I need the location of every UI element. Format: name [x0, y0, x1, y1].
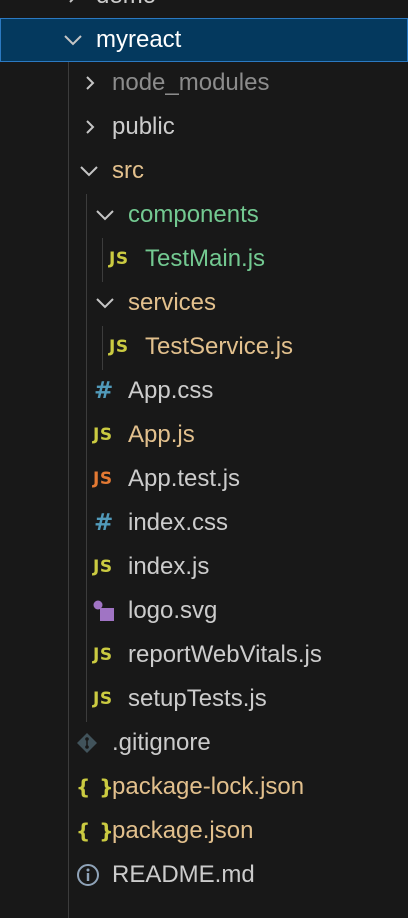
- tree-item-app-test-js[interactable]: JS App.test.js: [0, 457, 408, 501]
- file-explorer: demo myreact node_modules public src com…: [0, 0, 408, 918]
- info-file-icon: [76, 853, 100, 897]
- svg-file-icon: [92, 589, 116, 633]
- js-file-icon: JS: [93, 689, 113, 709]
- tree-item-label: TestMain.js: [145, 245, 266, 272]
- tree-item-logo-svg[interactable]: logo.svg: [0, 589, 408, 633]
- tree-item-app-css[interactable]: # App.css: [0, 369, 408, 413]
- tree-item-services[interactable]: services: [0, 281, 408, 325]
- tree-item-package-lock-json[interactable]: { } package-lock.json: [0, 765, 408, 809]
- chevron-right-icon: [79, 61, 101, 105]
- tree-item-index-css[interactable]: # index.css: [0, 501, 408, 545]
- tree-item-myreact[interactable]: myreact: [0, 18, 408, 62]
- tree-item-public[interactable]: public: [0, 105, 408, 149]
- tree-item-label: public: [112, 113, 175, 140]
- tree-item-index-js[interactable]: JS index.js: [0, 545, 408, 589]
- tree-item-node-modules[interactable]: node_modules: [0, 61, 408, 105]
- tree-item-label: src: [112, 157, 144, 184]
- tree-item-label: App.css: [128, 377, 214, 404]
- tree-item-label: .gitignore: [112, 729, 211, 756]
- js-file-icon: JS: [93, 557, 113, 577]
- css-file-icon: #: [94, 378, 114, 404]
- json-file-icon: { }: [76, 775, 115, 799]
- tree-item-reportwebvitals-js[interactable]: JS reportWebVitals.js: [0, 633, 408, 677]
- tree-item-label: services: [128, 289, 217, 316]
- chevron-down-icon: [94, 281, 116, 325]
- tree-item-label: TestService.js: [145, 333, 294, 360]
- tree-item-setuptests-js[interactable]: JS setupTests.js: [0, 677, 408, 721]
- tree-item-app-js[interactable]: JS App.js: [0, 413, 408, 457]
- tree-item-label: logo.svg: [128, 597, 218, 624]
- tree-item-components[interactable]: components: [0, 193, 408, 237]
- tree-item-label: README.md: [112, 861, 255, 888]
- tree-item-label: setupTests.js: [128, 685, 267, 712]
- chevron-down-icon: [62, 18, 84, 62]
- tree-item-label: package.json: [112, 817, 254, 844]
- tree-item-label: index.css: [128, 509, 229, 536]
- tree-item-readme-md[interactable]: README.md: [0, 853, 408, 897]
- js-file-icon: JS: [93, 645, 113, 665]
- js-file-icon: JS: [93, 425, 113, 445]
- js-test-file-icon: JS: [93, 469, 113, 489]
- json-file-icon: { }: [76, 819, 115, 843]
- chevron-down-icon: [78, 149, 100, 193]
- git-file-icon: [76, 721, 98, 765]
- tree-item-label: node_modules: [112, 69, 270, 96]
- chevron-right-icon: [79, 105, 101, 149]
- js-file-icon: JS: [109, 337, 129, 357]
- tree-item-label: index.js: [128, 553, 210, 580]
- tree-item-label: package-lock.json: [112, 773, 305, 800]
- tree-item-label: App.test.js: [128, 465, 241, 492]
- tree-item-testservice-js[interactable]: JS TestService.js: [0, 325, 408, 369]
- tree-item-label: myreact: [96, 26, 182, 53]
- tree-item-label: reportWebVitals.js: [128, 641, 322, 668]
- chevron-right-icon: [62, 0, 84, 18]
- tree-item-label: components: [128, 201, 259, 228]
- tree-item-package-json[interactable]: { } package.json: [0, 809, 408, 853]
- tree-item-src[interactable]: src: [0, 149, 408, 193]
- tree-item-demo[interactable]: demo: [0, 0, 408, 18]
- tree-item-gitignore[interactable]: .gitignore: [0, 721, 408, 765]
- tree-item-label: App.js: [128, 421, 195, 448]
- js-file-icon: JS: [109, 249, 129, 269]
- tree-item-testmain-js[interactable]: JS TestMain.js: [0, 237, 408, 281]
- chevron-down-icon: [94, 193, 116, 237]
- css-file-icon: #: [94, 510, 114, 536]
- tree-item-label: demo: [96, 0, 156, 18]
